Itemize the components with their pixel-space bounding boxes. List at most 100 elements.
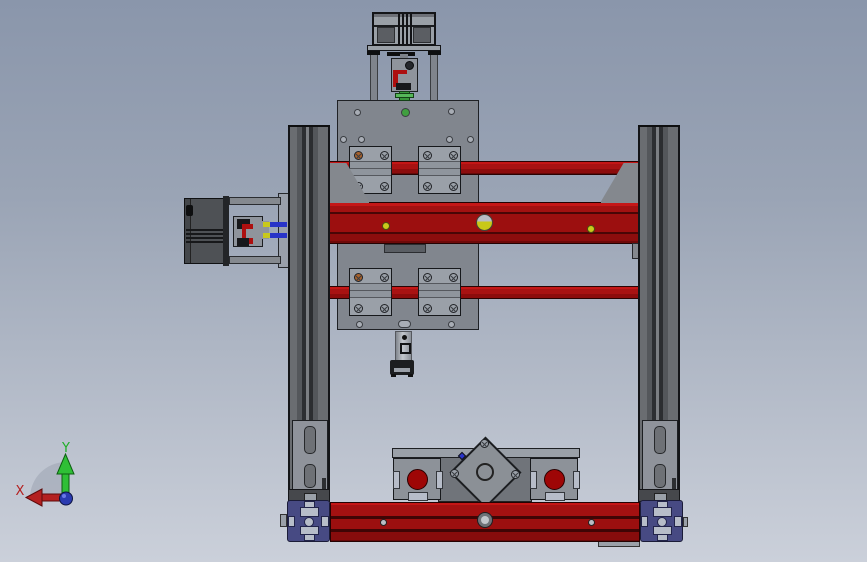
t-slot-profile-end-left[interactable] [287, 500, 330, 542]
block-screw [380, 273, 389, 282]
x-axis-stepper-motor[interactable] [184, 198, 224, 264]
coupling-clamp-screw [396, 83, 411, 90]
plate-hole [446, 136, 453, 143]
x-shaft-blue [270, 233, 287, 238]
z-axis-coupling[interactable] [391, 58, 418, 92]
block-screw [423, 273, 432, 282]
y-axis-label: Y [61, 441, 70, 456]
column-foot-plate-right[interactable] [642, 420, 678, 497]
center-bore [304, 517, 314, 527]
motor-center-stripes [396, 14, 413, 44]
diamond-screw [480, 439, 489, 448]
block-screw [449, 182, 458, 191]
gantry-extrusion[interactable] [329, 202, 641, 244]
plate-hole [356, 321, 363, 328]
z-axis-stepper-motor[interactable] [372, 12, 436, 46]
slot-cut [304, 534, 315, 541]
coupling-notch [246, 229, 253, 238]
plate-hole [358, 136, 365, 143]
slot-cut [653, 507, 672, 517]
foot-slot [304, 464, 316, 488]
axis-triad[interactable]: Y X [10, 428, 90, 520]
slot-cut [657, 534, 668, 541]
profile-tab-right [683, 517, 688, 527]
x-standoff-bottom [229, 256, 281, 264]
slot-cut [300, 526, 319, 535]
block-screw [449, 273, 458, 282]
base-extrusion[interactable] [330, 502, 640, 542]
z-standoff-left [370, 55, 378, 100]
plate-hole [340, 136, 347, 143]
base-button [588, 519, 595, 526]
base-center-screw-core [481, 516, 489, 524]
diamond-screw [450, 469, 459, 478]
block-screw [423, 182, 432, 191]
coupling-notch [398, 74, 407, 83]
coupling-clamp-screw [237, 238, 249, 246]
x-axis-coupling[interactable] [233, 216, 263, 247]
plate-hole [448, 321, 455, 328]
lead-screw-hole [401, 108, 410, 117]
column-foot-plate-left[interactable] [292, 420, 328, 497]
block-screw [380, 182, 389, 191]
gantry-button [382, 222, 390, 230]
block-screw [354, 151, 363, 160]
block-screw [423, 151, 432, 160]
foot-slot [654, 464, 666, 488]
coupling-screw-head [405, 61, 414, 70]
motor-fins [186, 227, 223, 244]
foot-slot [654, 426, 666, 454]
pillow-notch [530, 471, 537, 489]
gantry-button [587, 225, 595, 233]
slot-cut [288, 516, 295, 527]
motor-terminal [186, 205, 193, 216]
nut-foot [408, 374, 413, 377]
cad-viewport: Y X [0, 0, 867, 562]
x-shaft-blue [270, 222, 287, 227]
anti-backlash-nut[interactable] [390, 360, 414, 375]
t-slot-profile-end-right[interactable] [640, 500, 683, 542]
plate-slot [398, 320, 411, 328]
block-screw [354, 273, 363, 282]
base-button [380, 519, 387, 526]
rotated-motor-mount-diamond[interactable] [449, 436, 522, 509]
gantry-center-ball [476, 214, 493, 231]
z-lead-screw-flange [395, 93, 414, 98]
shaft-support-block-left[interactable] [393, 458, 443, 501]
plate-hole [467, 136, 474, 143]
pillow-notch [573, 471, 580, 489]
x-standoff-top [229, 197, 281, 205]
slot-cut [653, 526, 672, 535]
slot-cut [321, 516, 329, 527]
round-bearing [544, 469, 565, 490]
shaft-support-block-right[interactable] [530, 458, 580, 501]
nut-foot [391, 374, 396, 377]
block-screw [380, 151, 389, 160]
plate-hole [448, 108, 455, 115]
x-shaft-key-yellow [263, 233, 270, 238]
plate-hole [354, 109, 361, 116]
block-screw [354, 304, 363, 313]
round-bearing [407, 469, 428, 490]
motor-panel [377, 27, 395, 43]
slot-cut [300, 507, 319, 517]
profile-tab-left [280, 514, 287, 527]
foot-slot [304, 426, 316, 454]
pillow-notch [545, 492, 565, 501]
diamond-center-hole [476, 463, 494, 481]
z-axis-origin-highlight [62, 494, 66, 498]
pillow-notch [408, 492, 428, 501]
block-screw [423, 304, 432, 313]
slot-cut [641, 516, 648, 527]
block-screw [380, 304, 389, 313]
x-shaft-key-yellow [263, 222, 270, 227]
bearing-block-lower-left[interactable] [349, 268, 392, 316]
pillow-notch [393, 471, 400, 489]
z-axis-origin-sphere[interactable] [59, 491, 73, 506]
bearing-block-lower-right[interactable] [418, 268, 461, 316]
bearing-block-upper-right[interactable] [418, 146, 461, 194]
plate-recess [384, 244, 426, 253]
pillow-notch [436, 471, 443, 489]
nut-slit [394, 368, 410, 372]
diamond-screw [511, 470, 520, 479]
